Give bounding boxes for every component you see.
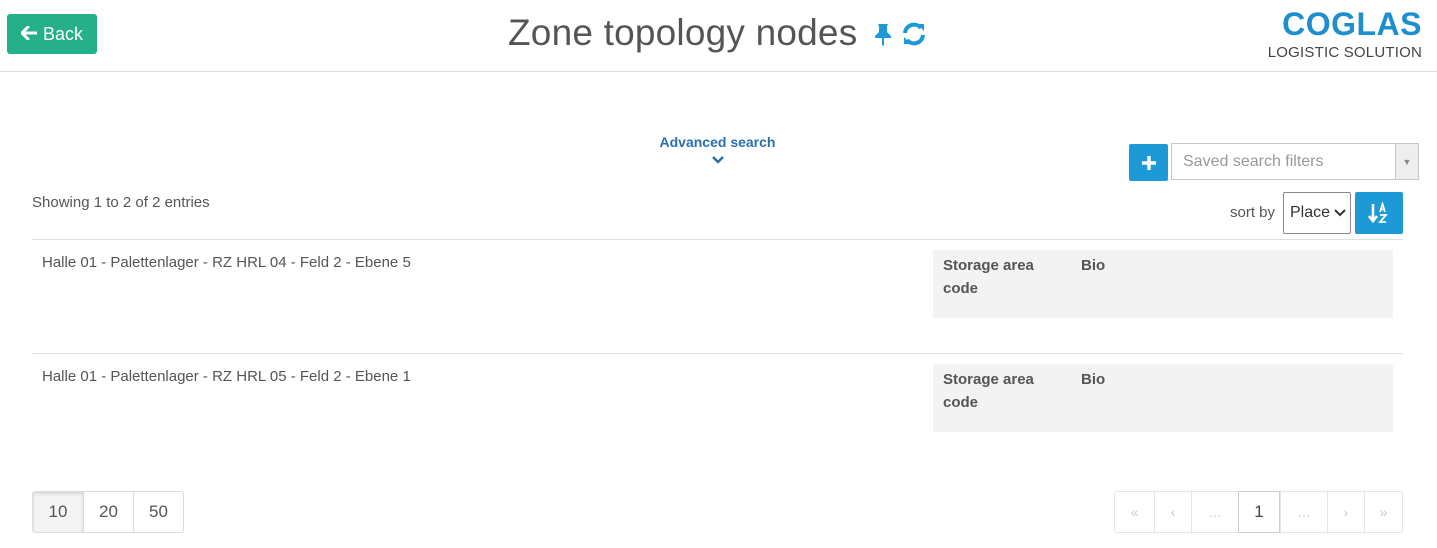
list-item-attributes: Storage area code Bio xyxy=(933,250,1393,318)
sort-by-select[interactable]: Place xyxy=(1283,192,1351,234)
saved-search-filters-select[interactable]: Saved search filters ▼ xyxy=(1171,143,1419,180)
arrow-left-icon xyxy=(20,24,38,45)
pagination: « ‹ … 1 … › » xyxy=(1114,491,1403,533)
back-button[interactable]: Back xyxy=(7,14,97,54)
page-title: Zone topology nodes xyxy=(508,12,858,53)
logo-sub-text: LOGISTIC SOLUTION xyxy=(1267,44,1422,61)
list-item-attributes: Storage area code Bio xyxy=(933,364,1393,432)
page-size-option-50[interactable]: 50 xyxy=(133,492,183,532)
sort-by-value: Place xyxy=(1290,204,1331,221)
list-item-title: Halle 01 - Palettenlager - RZ HRL 05 - F… xyxy=(42,368,411,385)
page-button-1[interactable]: 1 xyxy=(1238,491,1280,533)
refresh-icon[interactable] xyxy=(901,21,927,47)
attribute-value: Bio xyxy=(1081,371,1106,388)
next-page-button[interactable]: › xyxy=(1327,492,1364,532)
attribute-value: Bio xyxy=(1081,257,1106,274)
chevron-down-icon xyxy=(711,156,724,164)
saved-filters-placeholder: Saved search filters xyxy=(1183,152,1324,170)
pagination-ellipsis: … xyxy=(1280,492,1327,532)
attribute-key: Storage area code xyxy=(943,257,1034,297)
advanced-search-toggle[interactable]: Advanced search xyxy=(640,134,795,164)
sort-label: sort by xyxy=(1230,204,1276,221)
list-item-title: Halle 01 - Palettenlager - RZ HRL 04 - F… xyxy=(42,254,411,271)
attribute-key: Storage area code xyxy=(943,371,1034,411)
entries-summary: Showing 1 to 2 of 2 entries xyxy=(32,194,210,211)
page-size-option-20[interactable]: 20 xyxy=(83,492,133,532)
pin-icon[interactable] xyxy=(873,22,893,46)
plus-icon xyxy=(1141,155,1156,170)
add-filter-button[interactable] xyxy=(1129,144,1168,181)
page-size-option-10[interactable]: 10 xyxy=(33,492,83,532)
last-page-button[interactable]: » xyxy=(1364,492,1402,532)
first-page-button[interactable]: « xyxy=(1115,492,1154,532)
sort-alpha-icon xyxy=(1368,202,1388,224)
sort-direction-button[interactable] xyxy=(1355,192,1403,234)
advanced-search-label: Advanced search xyxy=(659,134,776,150)
chevron-down-icon xyxy=(1334,209,1346,217)
list-item[interactable]: Halle 01 - Palettenlager - RZ HRL 05 - F… xyxy=(32,353,1403,453)
header: Back Zone topology nodes COGLAS LOGISTIC… xyxy=(0,0,1437,72)
previous-page-button[interactable]: ‹ xyxy=(1154,492,1191,532)
page-size-selector: 10 20 50 xyxy=(32,491,184,533)
list-item[interactable]: Halle 01 - Palettenlager - RZ HRL 04 - F… xyxy=(32,239,1403,339)
logo-main-text: COGLAS xyxy=(1282,6,1422,42)
page-title-group: Zone topology nodes xyxy=(508,12,927,54)
caret-down-icon: ▼ xyxy=(1395,144,1418,179)
pagination-ellipsis: … xyxy=(1191,492,1238,532)
back-button-label: Back xyxy=(42,23,84,44)
company-logo: COGLAS LOGISTIC SOLUTION xyxy=(1268,8,1422,62)
